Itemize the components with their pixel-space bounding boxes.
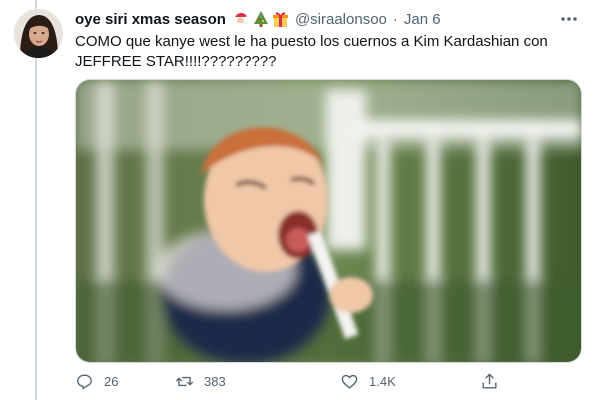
christmas-tree-emoji	[253, 11, 268, 27]
timestamp[interactable]: Jan 6	[404, 11, 441, 28]
reply-count: 26	[104, 374, 119, 389]
retweet-icon	[175, 376, 194, 387]
name-emojis	[232, 10, 289, 28]
retweet-button[interactable]: 383	[175, 372, 226, 391]
tweet-actions: 26 383 1.4K	[65, 372, 525, 396]
display-name[interactable]: oye siri xmas season	[75, 11, 226, 28]
gift-emoji	[272, 12, 288, 27]
share-button[interactable]	[480, 372, 499, 391]
reply-icon	[77, 374, 92, 390]
santa-emoji	[234, 12, 250, 25]
tweet-text: COMO que kanye west le ha puesto los cue…	[75, 33, 548, 70]
screaming-toddler-gif	[76, 80, 581, 362]
tweet-header: oye siri xmas season @siraalonsoo · Jan …	[75, 8, 441, 30]
separator: ·	[392, 10, 398, 28]
avatar[interactable]	[14, 9, 63, 58]
like-button[interactable]: 1.4K	[340, 372, 396, 391]
tweet[interactable]: oye siri xmas season @siraalonsoo · Jan …	[0, 0, 598, 400]
retweet-count: 383	[204, 374, 226, 389]
reply-button[interactable]: 26	[75, 372, 118, 391]
more-options-icon[interactable]	[558, 11, 580, 27]
share-icon	[482, 373, 497, 389]
like-count: 1.4K	[369, 374, 396, 389]
like-icon	[341, 374, 358, 389]
tweet-media-gif[interactable]	[75, 79, 582, 363]
handle[interactable]: @siraalonsoo	[295, 11, 387, 28]
avatar-image	[14, 9, 63, 58]
